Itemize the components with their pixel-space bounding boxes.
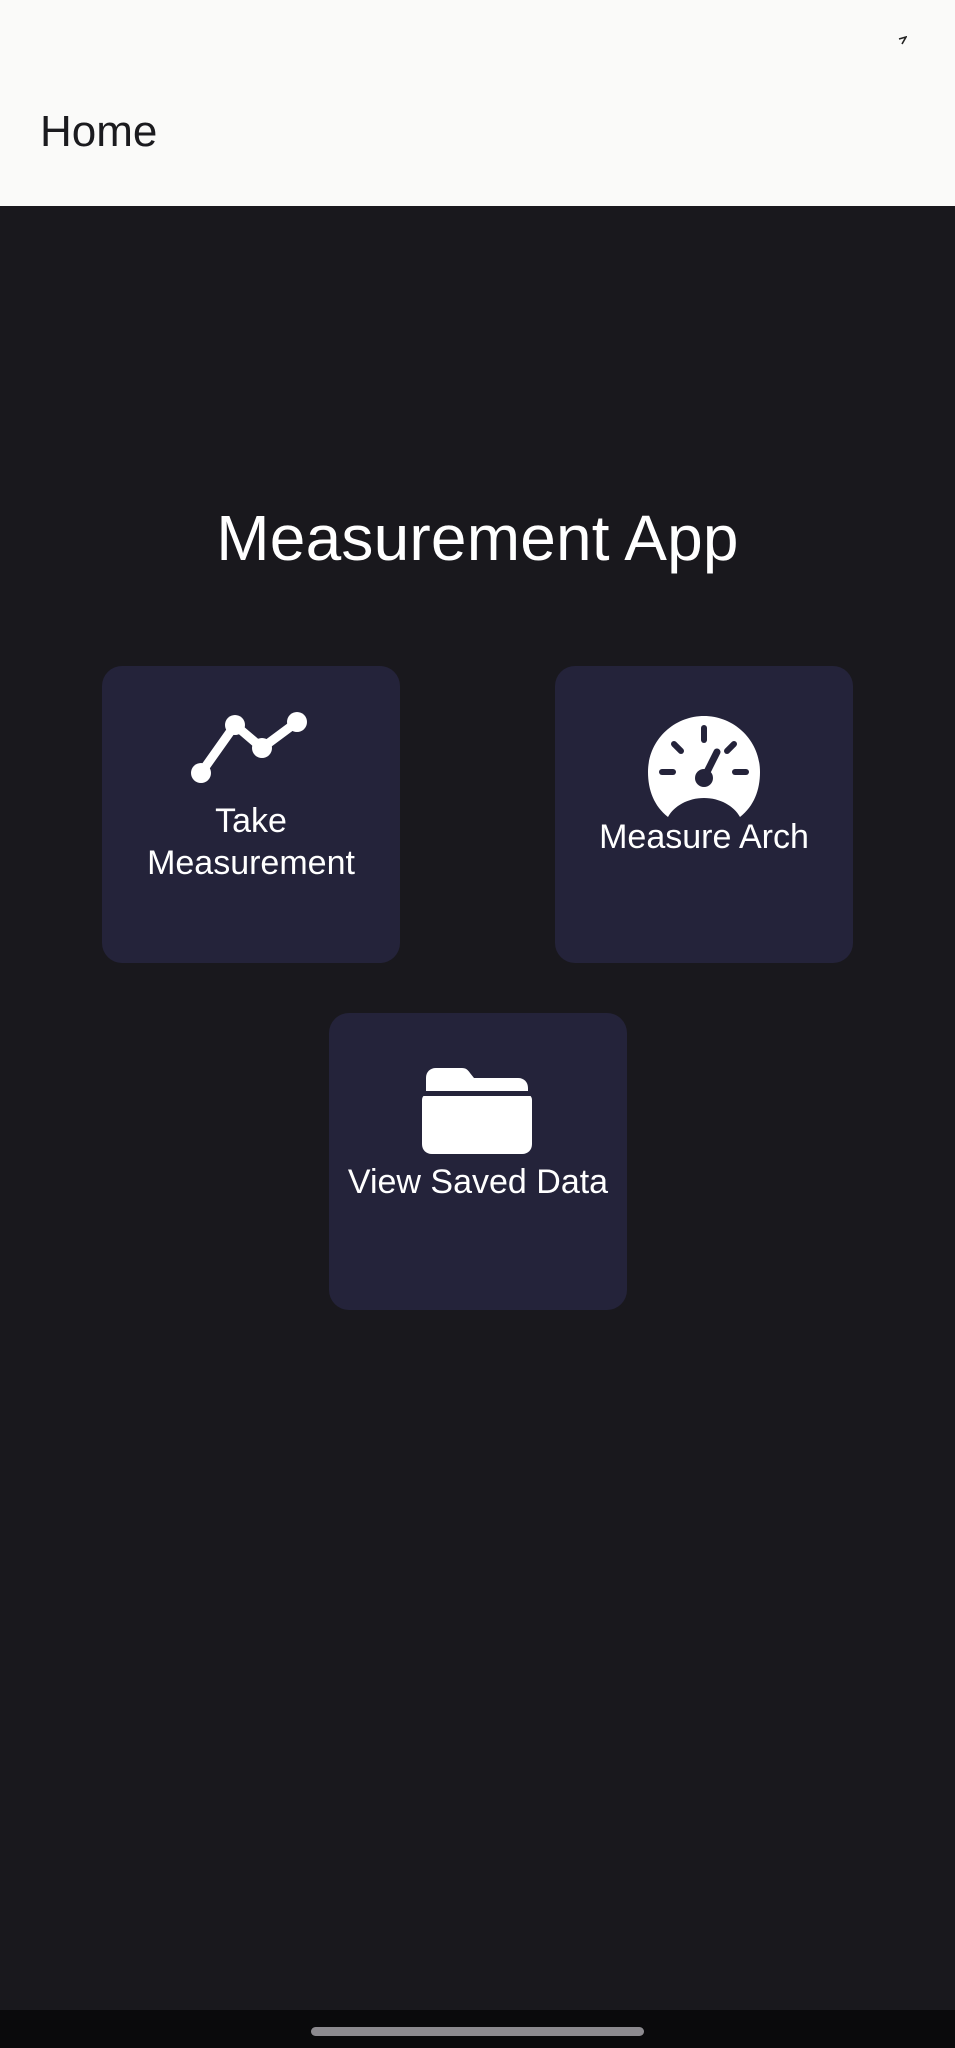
- gauge-icon: [648, 716, 760, 817]
- signal-icon: [898, 36, 907, 45]
- navigation-bar: [0, 2010, 955, 2048]
- take-measurement-label-line: Take Measurement: [147, 802, 355, 882]
- measure-arch-button[interactable]: Measure Arch: [555, 666, 853, 963]
- app-bar: Home: [0, 80, 955, 206]
- home-indicator[interactable]: [311, 2027, 644, 2036]
- app-title: Measurement App: [216, 502, 739, 574]
- line-chart-icon: [191, 712, 307, 783]
- view-saved-data-label: View Saved Data: [347, 1163, 609, 1201]
- take-measurement-label: Take Measurement: [102, 800, 400, 884]
- status-bar: [0, 0, 955, 80]
- take-measurement-button[interactable]: Take Measurement: [102, 666, 400, 963]
- page-title: Home: [40, 107, 158, 156]
- measure-arch-label: Measure Arch: [599, 818, 809, 856]
- view-saved-data-button[interactable]: View Saved Data: [329, 1013, 627, 1310]
- folder-icon: [422, 1068, 532, 1154]
